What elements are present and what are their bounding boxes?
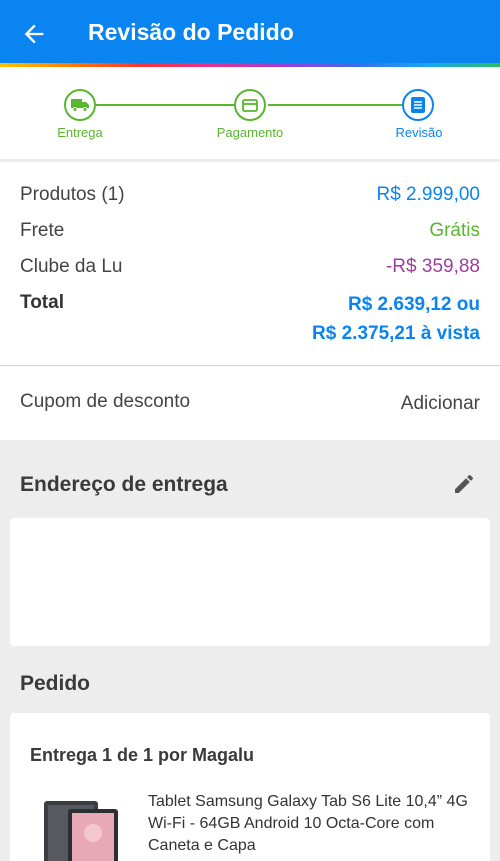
product-image <box>44 801 118 861</box>
total-label: Total <box>20 292 64 313</box>
list-icon <box>411 97 425 113</box>
order-summary: Produtos (1) R$ 2.999,00 Frete Grátis Cl… <box>0 162 500 366</box>
step-label-pagamento: Pagamento <box>216 125 284 140</box>
page-title: Revisão do Pedido <box>88 19 294 45</box>
address-section-title: Endereço de entrega <box>20 473 228 496</box>
step-entrega[interactable] <box>64 89 96 121</box>
coupon-row[interactable]: Cupom de desconto Adicionar <box>0 366 500 440</box>
club-label: Clube da Lu <box>20 256 123 277</box>
step-revisao[interactable] <box>402 89 434 121</box>
shipping-value: Grátis <box>429 220 480 241</box>
truck-icon <box>71 99 89 112</box>
total-installment-value: R$ 2.639,12 ou <box>347 294 480 315</box>
add-coupon-button[interactable]: Adicionar <box>401 393 480 415</box>
order-card: Entrega 1 de 1 por Magalu Tablet Samsung… <box>10 713 490 861</box>
product-name[interactable]: Tablet Samsung Galaxy Tab S6 Lite 10,4” … <box>148 791 468 857</box>
coupon-label: Cupom de desconto <box>20 391 191 412</box>
app-bar: Revisão do Pedido <box>0 0 500 66</box>
shipping-label: Frete <box>20 220 65 241</box>
club-value: -R$ 359,88 <box>385 256 480 277</box>
products-value: R$ 2.999,00 <box>376 184 480 205</box>
step-connector <box>96 104 234 106</box>
delivery-seller: Entrega 1 de 1 por Magalu <box>30 745 255 765</box>
products-label: Produtos (1) <box>20 184 125 205</box>
pencil-icon[interactable] <box>452 472 476 496</box>
order-section-title: Pedido <box>20 672 91 695</box>
address-card[interactable] <box>10 518 490 646</box>
step-pagamento[interactable] <box>234 89 266 121</box>
step-connector <box>268 104 404 106</box>
checkout-stepper: Entrega Pagamento Revisão <box>0 67 500 159</box>
card-icon <box>242 98 258 112</box>
step-label-entrega: Entrega <box>57 125 103 140</box>
step-label-revisao: Revisão <box>395 125 443 140</box>
back-arrow-icon[interactable] <box>20 20 48 48</box>
total-cash-value: R$ 2.375,21 à vista <box>312 323 480 344</box>
total-value: R$ 2.639,12 ou R$ 2.375,21 à vista <box>312 290 480 348</box>
